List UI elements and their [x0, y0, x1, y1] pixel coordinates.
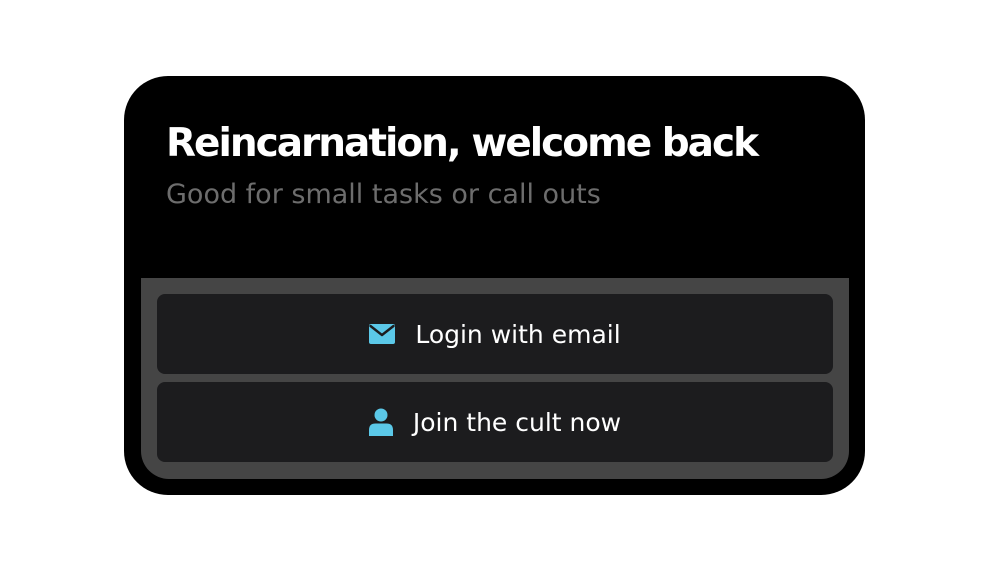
welcome-card: Reincarnation, welcome back Good for sma… — [124, 76, 865, 495]
login-with-email-button[interactable]: Login with email — [157, 294, 833, 374]
mail-icon — [369, 324, 396, 344]
login-with-email-label: Login with email — [415, 319, 621, 349]
card-title: Reincarnation, welcome back — [166, 121, 759, 166]
card-subtitle: Good for small tasks or call outs — [166, 179, 601, 210]
actions-panel: Login with email Join the cult now — [141, 278, 849, 479]
join-the-cult-button[interactable]: Join the cult now — [157, 382, 833, 462]
join-the-cult-label: Join the cult now — [412, 407, 622, 437]
user-icon — [368, 408, 393, 436]
